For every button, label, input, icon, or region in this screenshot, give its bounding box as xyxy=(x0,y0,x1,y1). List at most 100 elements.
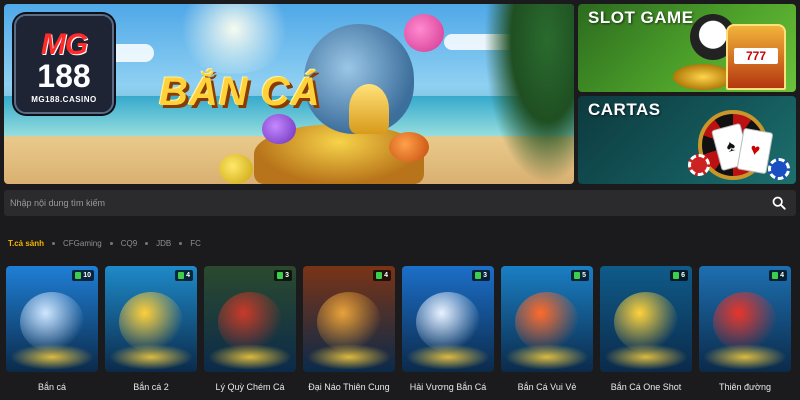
download-icon xyxy=(673,272,680,279)
game-art xyxy=(10,344,94,370)
game-name[interactable]: Lý Quỳ Chém Cá xyxy=(204,382,296,392)
game-thumbnail[interactable]: 5 xyxy=(501,266,593,372)
game-name[interactable]: Thiên đường xyxy=(699,382,791,392)
download-icon xyxy=(277,272,284,279)
player-count-badge: 5 xyxy=(571,270,589,281)
download-icon xyxy=(75,272,82,279)
filter-jdb[interactable]: JDB xyxy=(156,239,171,248)
fish-icon xyxy=(219,154,253,184)
player-count: 3 xyxy=(285,272,289,279)
cartas-banner[interactable]: ♠ ♥ CARTAS xyxy=(578,96,796,184)
game-name[interactable]: Bắn Cá One Shot xyxy=(600,382,692,392)
site-logo[interactable]: MG 188 MG188.CASINO xyxy=(14,14,114,114)
pufferfish-icon xyxy=(404,14,444,52)
player-count: 4 xyxy=(186,272,190,279)
search-input[interactable] xyxy=(4,190,764,216)
player-count-badge: 4 xyxy=(769,270,787,281)
separator-dot xyxy=(52,241,56,245)
game-art xyxy=(515,292,579,352)
player-count: 10 xyxy=(83,272,91,279)
player-count-badge: 3 xyxy=(274,270,292,281)
game-grid: 10 Bắn cá 4 Bắn cá 2 3 Lý Quỳ Chém Cá 4 … xyxy=(6,266,798,400)
game-art xyxy=(208,344,292,370)
game-thumbnail[interactable]: 4 xyxy=(105,266,197,372)
game-name[interactable]: Bắn cá xyxy=(6,382,98,392)
hero-banner[interactable]: BẮN CÁ MG 188 MG188.CASINO xyxy=(4,4,574,184)
game-art xyxy=(703,344,787,370)
game-thumbnail[interactable]: 3 xyxy=(402,266,494,372)
logo-domain: MG188.CASINO xyxy=(31,95,97,104)
game-art xyxy=(614,292,678,352)
game-card[interactable]: 10 Bắn cá xyxy=(6,266,98,400)
player-count-badge: 4 xyxy=(373,270,391,281)
player-count-badge: 10 xyxy=(72,270,94,281)
game-thumbnail[interactable]: 4 xyxy=(303,266,395,372)
player-count-badge: 4 xyxy=(175,270,193,281)
player-count-badge: 6 xyxy=(670,270,688,281)
game-thumbnail[interactable]: 6 xyxy=(600,266,692,372)
slot-reels: 777 xyxy=(734,48,778,64)
palm-tree xyxy=(484,4,574,184)
game-art xyxy=(505,344,589,370)
player-count-badge: 3 xyxy=(472,270,490,281)
game-card[interactable]: 3 Lý Quỳ Chém Cá xyxy=(204,266,296,400)
logo-brand: MG xyxy=(40,28,88,61)
game-art xyxy=(218,292,282,352)
coins-pile xyxy=(673,64,733,90)
separator-dot xyxy=(109,241,113,245)
cartas-label: CARTAS xyxy=(588,100,661,119)
game-card[interactable]: 4 Bắn cá 2 xyxy=(105,266,197,400)
game-art xyxy=(317,292,381,352)
download-icon xyxy=(475,272,482,279)
player-count: 6 xyxy=(681,272,685,279)
download-icon xyxy=(574,272,581,279)
hero-title: BẮN CÁ xyxy=(159,70,321,114)
game-thumbnail[interactable]: 3 xyxy=(204,266,296,372)
game-art xyxy=(406,344,490,370)
game-name[interactable]: Hải Vương Bắn Cá xyxy=(402,382,494,392)
player-count: 4 xyxy=(780,272,784,279)
game-thumbnail[interactable]: 10 xyxy=(6,266,98,372)
provider-filter-bar: T.cả sảnh CFGaming CQ9 JDB FC xyxy=(8,236,201,250)
download-icon xyxy=(178,272,185,279)
game-art xyxy=(119,292,183,352)
trophy-icon xyxy=(349,84,389,134)
slot-game-label: SLOT GAME xyxy=(588,8,694,27)
game-art xyxy=(307,344,391,370)
filter-cfgaming[interactable]: CFGaming xyxy=(63,239,102,248)
slot-game-banner[interactable]: 777 SLOT GAME xyxy=(578,4,796,92)
game-art xyxy=(20,292,84,352)
logo-number: 188 xyxy=(37,58,91,94)
app: BẮN CÁ MG 188 MG188.CASINO 777 SLOT GAME… xyxy=(0,0,800,400)
game-name[interactable]: Bắn Cá Vui Vẻ xyxy=(501,382,593,392)
game-card[interactable]: 4 Thiên đường xyxy=(699,266,791,400)
player-count: 4 xyxy=(384,272,388,279)
download-icon xyxy=(376,272,383,279)
fish-icon xyxy=(389,132,429,162)
separator-dot xyxy=(145,241,149,245)
sun-glow xyxy=(174,4,294,74)
game-card[interactable]: 4 Đại Náo Thiên Cung xyxy=(303,266,395,400)
game-card[interactable]: 5 Bắn Cá Vui Vẻ xyxy=(501,266,593,400)
casino-chip-icon xyxy=(768,158,790,180)
separator-dot xyxy=(179,241,183,245)
game-card[interactable]: 3 Hải Vương Bắn Cá xyxy=(402,266,494,400)
filter-fc[interactable]: FC xyxy=(190,239,201,248)
game-art xyxy=(109,344,193,370)
download-icon xyxy=(772,272,779,279)
game-card[interactable]: 6 Bắn Cá One Shot xyxy=(600,266,692,400)
search-bar xyxy=(4,190,796,216)
game-art xyxy=(713,292,777,352)
player-count: 5 xyxy=(582,272,586,279)
player-count: 3 xyxy=(483,272,487,279)
fish-icon xyxy=(262,114,296,144)
slot-machine-icon: 777 xyxy=(726,24,786,90)
game-thumbnail[interactable]: 4 xyxy=(699,266,791,372)
game-art xyxy=(416,292,480,352)
filter-cq9[interactable]: CQ9 xyxy=(121,239,137,248)
casino-chip-icon xyxy=(688,154,710,176)
search-icon[interactable] xyxy=(772,196,786,210)
game-name[interactable]: Đại Náo Thiên Cung xyxy=(303,382,395,392)
game-name[interactable]: Bắn cá 2 xyxy=(105,382,197,392)
filter-all[interactable]: T.cả sảnh xyxy=(8,239,44,248)
